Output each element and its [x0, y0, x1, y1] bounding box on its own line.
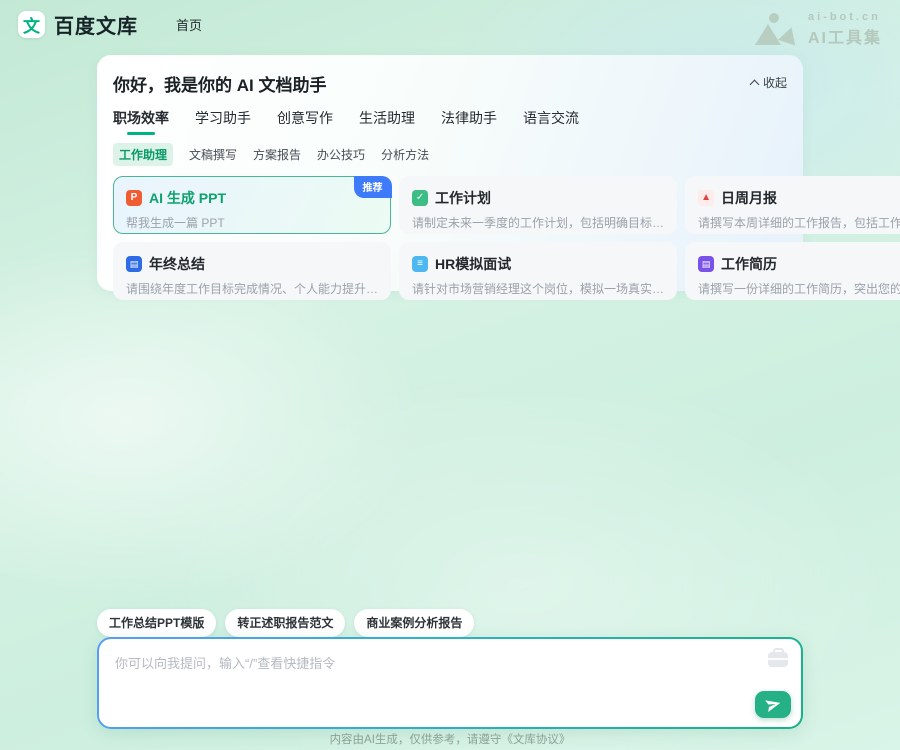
- prompt-card-grid: 推荐 P AI 生成 PPT 帮我生成一篇 PPT ✓ 工作计划 请制定未来一季…: [113, 176, 787, 300]
- card-desc: 请围绕年度工作目标完成情况、个人能力提升…: [126, 280, 378, 297]
- card-desc: 请撰写一份详细的工作简历，突出您的教育背…: [698, 280, 900, 297]
- card-year-end-summary[interactable]: ▤ 年终总结 请围绕年度工作目标完成情况、个人能力提升…: [113, 242, 391, 300]
- category-tabs: 职场效率 学习助手 创意写作 生活助理 法律助手 语言交流: [113, 108, 787, 135]
- subtab-analysis-methods[interactable]: 分析方法: [381, 146, 429, 163]
- resume-icon: ▤: [698, 256, 714, 272]
- agreement-link[interactable]: 《文库协议》: [501, 734, 570, 746]
- chip-probation-report[interactable]: 转正述职报告范文: [225, 609, 345, 637]
- page: { "header": { "logo_glyph": "文", "brand"…: [0, 0, 900, 750]
- watermark-name: AI工具集: [808, 24, 882, 48]
- card-title: 年终总结: [149, 254, 205, 274]
- footer-disclaimer: 内容由AI生成，仅供参考，请遵守《文库协议》: [0, 731, 900, 747]
- watermark: ai-bot.cn AI工具集: [755, 11, 882, 48]
- tab-language-exchange[interactable]: 语言交流: [523, 108, 579, 135]
- watermark-url: ai-bot.cn: [808, 11, 882, 23]
- paper-plane-icon: [764, 696, 782, 712]
- panel-title: 你好，我是你的 AI 文档助手: [113, 71, 326, 96]
- chevron-up-icon: [750, 79, 760, 89]
- card-title: HR模拟面试: [435, 254, 511, 274]
- send-button[interactable]: [755, 691, 791, 718]
- interview-icon: ≡: [412, 256, 428, 272]
- sub-category-tabs: 工作助理 文稿撰写 方案报告 办公技巧 分析方法: [113, 143, 787, 166]
- nav-item-home[interactable]: 首页: [176, 15, 202, 34]
- assistant-panel: 你好，我是你的 AI 文档助手 收起 职场效率 学习助手 创意写作 生活助理 法…: [97, 55, 803, 291]
- subtab-office-tips[interactable]: 办公技巧: [317, 146, 365, 163]
- baidu-wenku-logo-icon[interactable]: 文: [18, 11, 45, 38]
- card-daily-weekly-monthly-report[interactable]: ▲ 日周月报 请撰写本周详细的工作报告，包括工作内容、…: [685, 176, 900, 234]
- summary-icon: ▤: [126, 256, 142, 272]
- card-title: 工作计划: [435, 188, 491, 208]
- tab-life-assistant[interactable]: 生活助理: [359, 108, 415, 135]
- logo-glyph: 文: [23, 12, 40, 37]
- attachment-icon[interactable]: [768, 652, 788, 667]
- tab-workplace-efficiency[interactable]: 职场效率: [113, 108, 169, 135]
- card-desc: 请制定未来一季度的工作计划，包括明确目标…: [412, 214, 664, 231]
- suggestion-chips: 工作总结PPT模版 转正述职报告范文 商业案例分析报告: [97, 609, 474, 637]
- subtab-work-assistant[interactable]: 工作助理: [113, 143, 173, 166]
- ppt-icon: P: [126, 190, 142, 206]
- card-ai-generate-ppt[interactable]: 推荐 P AI 生成 PPT 帮我生成一篇 PPT: [113, 176, 391, 234]
- card-desc: 请针对市场营销经理这个岗位，模拟一场真实…: [412, 280, 664, 297]
- subtab-proposal-report[interactable]: 方案报告: [253, 146, 301, 163]
- brand-title: 百度文库: [54, 10, 138, 39]
- card-hr-mock-interview[interactable]: ≡ HR模拟面试 请针对市场营销经理这个岗位，模拟一场真实…: [399, 242, 677, 300]
- tab-study-assistant[interactable]: 学习助手: [195, 108, 251, 135]
- card-title: 日周月报: [721, 188, 777, 208]
- plan-icon: ✓: [412, 190, 428, 206]
- tab-legal-assistant[interactable]: 法律助手: [441, 108, 497, 135]
- card-work-resume[interactable]: ▤ 工作简历 请撰写一份详细的工作简历，突出您的教育背…: [685, 242, 900, 300]
- card-title: AI 生成 PPT: [149, 188, 226, 208]
- subtab-document-writing[interactable]: 文稿撰写: [189, 146, 237, 163]
- card-title: 工作简历: [721, 254, 777, 274]
- disclaimer-text: 内容由AI生成，仅供参考，请遵守: [330, 734, 502, 746]
- collapse-label: 收起: [763, 74, 787, 91]
- card-work-plan[interactable]: ✓ 工作计划 请制定未来一季度的工作计划，包括明确目标…: [399, 176, 677, 234]
- prompt-input[interactable]: [99, 639, 801, 727]
- collapse-button[interactable]: 收起: [751, 74, 787, 91]
- card-desc: 帮我生成一篇 PPT: [126, 214, 378, 231]
- report-icon: ▲: [698, 190, 714, 206]
- tab-creative-writing[interactable]: 创意写作: [277, 108, 333, 135]
- ai-bot-logo-icon: [755, 13, 799, 46]
- recommend-badge: 推荐: [354, 176, 392, 198]
- chip-ppt-template[interactable]: 工作总结PPT模版: [97, 609, 216, 637]
- chip-business-case-analysis[interactable]: 商业案例分析报告: [354, 609, 474, 637]
- card-desc: 请撰写本周详细的工作报告，包括工作内容、…: [698, 214, 900, 231]
- composer: [97, 637, 803, 729]
